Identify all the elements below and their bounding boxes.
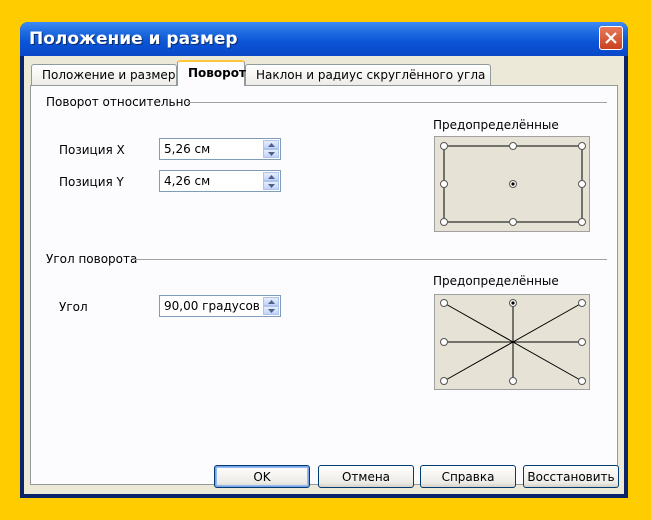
pos-x-decrement-button[interactable] <box>263 149 279 158</box>
pivot-preset-label: Предопределённые <box>433 118 559 132</box>
angle-spinfield[interactable]: 90,00 градусов <box>159 295 281 317</box>
angle-preset-270[interactable] <box>509 377 517 385</box>
tab-rotation[interactable]: Поворот <box>177 60 246 86</box>
pivot-point-bottom-right[interactable] <box>578 218 586 226</box>
angle-increment-button[interactable] <box>263 297 279 306</box>
close-button[interactable] <box>599 26 623 50</box>
pos-x-value: 5,26 см <box>164 142 211 156</box>
pos-y-spinfield[interactable]: 4,26 см <box>159 170 281 192</box>
angle-preset-315[interactable] <box>578 377 586 385</box>
angle-decrement-button[interactable] <box>263 306 279 315</box>
angle-preset-45[interactable] <box>578 299 586 307</box>
pivot-section-label: Поворот относительно <box>46 95 191 109</box>
pos-y-label: Позиция Y <box>59 175 124 189</box>
pivot-point-middle-right[interactable] <box>578 180 586 188</box>
dialog-client-area: Положение и размер Поворот Наклон и ради… <box>24 56 624 494</box>
pivot-point-top-right[interactable] <box>578 142 586 150</box>
ok-button[interactable]: OK <box>214 465 310 488</box>
rotation-section-label: Угол поворота <box>46 252 138 266</box>
chevron-down-icon <box>268 184 275 188</box>
angle-wheel-graphic <box>440 299 586 385</box>
angle-preset-selected-dot <box>511 301 515 305</box>
chevron-down-icon <box>268 152 275 156</box>
tab-slant-corner-radius[interactable]: Наклон и радиус скруглённого угла <box>245 64 491 86</box>
pos-y-decrement-button[interactable] <box>263 181 279 190</box>
cancel-button[interactable]: Отмена <box>318 465 414 488</box>
pivot-point-top-left[interactable] <box>440 142 448 150</box>
pivot-point-middle-left[interactable] <box>440 180 448 188</box>
pos-x-label: Позиция X <box>59 143 125 157</box>
angle-preset-135[interactable] <box>440 299 448 307</box>
window-title: Положение и размер <box>29 29 238 49</box>
pos-y-value: 4,26 см <box>164 174 211 188</box>
tab-position-size[interactable]: Положение и размер <box>31 64 177 86</box>
pos-y-increment-button[interactable] <box>263 172 279 181</box>
pivot-point-selected-dot <box>511 182 515 186</box>
pivot-point-bottom-left[interactable] <box>440 218 448 226</box>
close-icon <box>605 32 617 44</box>
pivot-point-top-center[interactable] <box>509 142 517 150</box>
tab-panel: Поворот относительно Позиция X 5,26 см П… <box>30 85 618 485</box>
title-bar[interactable]: Положение и размер <box>20 22 628 56</box>
angle-label: Угол <box>59 300 88 314</box>
dialog-window: Положение и размер Положение и размер По… <box>20 22 628 498</box>
chevron-up-icon <box>268 175 275 179</box>
angle-preset-selector[interactable] <box>434 294 590 390</box>
pos-x-spinfield[interactable]: 5,26 см <box>159 138 281 160</box>
angle-preset-225[interactable] <box>440 377 448 385</box>
chevron-up-icon <box>268 143 275 147</box>
angle-preset-180[interactable] <box>440 338 448 346</box>
chevron-down-icon <box>268 309 275 313</box>
pos-x-increment-button[interactable] <box>263 140 279 149</box>
chevron-up-icon <box>268 300 275 304</box>
pivot-section-divider <box>187 102 607 103</box>
angle-value: 90,00 градусов <box>164 299 260 313</box>
pivot-grid-graphic <box>440 142 586 226</box>
reset-button[interactable]: Восстановить <box>523 465 619 488</box>
pivot-point-bottom-center[interactable] <box>509 218 517 226</box>
rotation-section-divider <box>135 259 607 260</box>
angle-preset-0[interactable] <box>578 338 586 346</box>
help-button[interactable]: Справка <box>420 465 516 488</box>
pivot-point-selector[interactable] <box>434 136 590 232</box>
angle-preset-label: Предопределённые <box>433 274 559 288</box>
